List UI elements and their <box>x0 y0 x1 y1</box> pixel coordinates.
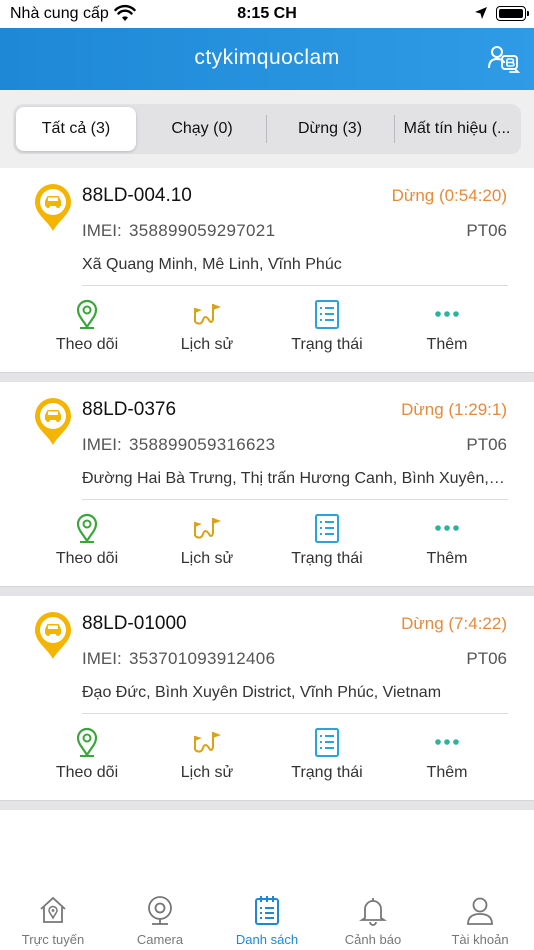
filter-tabs: Tất cả (3) Chạy (0) Dừng (3) Mất tín hiệ… <box>13 104 521 154</box>
nav-online-label: Trực tuyến <box>21 932 85 947</box>
more-dots-icon <box>431 512 463 544</box>
vehicle-card[interactable]: 88LD-0376 Dừng (1:29:1) IMEI: 3588990593… <box>0 382 534 586</box>
imei-label: IMEI: <box>82 649 122 668</box>
card-separator <box>0 800 534 810</box>
device-model: PT06 <box>466 221 507 240</box>
device-model: PT06 <box>466 649 507 668</box>
app-header: ctykimquoclam <box>0 28 534 90</box>
status-label: Trạng thái <box>291 336 363 353</box>
imei-label: IMEI: <box>82 435 122 454</box>
nav-list-label: Danh sách <box>235 932 299 947</box>
tab-separator <box>266 115 267 143</box>
nav-list[interactable]: Danh sách <box>214 880 320 950</box>
tab-running[interactable]: Chạy (0) <box>140 107 264 151</box>
more-dots-icon <box>431 726 463 758</box>
history-button[interactable]: Lịch sử <box>147 292 267 362</box>
page-title: ctykimquoclam <box>194 46 340 69</box>
imei-value: 353701093912406 <box>129 649 276 668</box>
vehicle-status: Dừng (0:54:20) <box>391 186 507 205</box>
checklist-icon <box>311 512 343 544</box>
location-arrow-icon <box>474 6 488 25</box>
switch-account-icon[interactable] <box>486 42 522 76</box>
status-label: Trạng thái <box>291 764 363 781</box>
route-flags-icon <box>191 512 223 544</box>
more-label: Thêm <box>426 550 468 567</box>
nav-online[interactable]: Trực tuyến <box>0 880 106 950</box>
status-button[interactable]: Trạng thái <box>267 506 387 576</box>
imei-label: IMEI: <box>82 221 122 240</box>
status-button[interactable]: Trạng thái <box>267 292 387 362</box>
tab-separator <box>394 115 395 143</box>
history-button[interactable]: Lịch sử <box>147 720 267 790</box>
imei-value: 358899059316623 <box>129 435 276 454</box>
vehicle-card[interactable]: 88LD-01000 Dừng (7:4:22) IMEI: 353701093… <box>0 596 534 800</box>
vehicle-address: Đường Hai Bà Trưng, Thị trấn Hương Canh,… <box>82 470 507 487</box>
track-button[interactable]: Theo dõi <box>27 506 147 576</box>
card-separator <box>0 586 534 596</box>
more-button[interactable]: Thêm <box>387 292 507 362</box>
nav-alerts[interactable]: Cảnh báo <box>320 880 426 950</box>
divider <box>82 499 508 500</box>
nav-account-label: Tài khoản <box>451 932 509 947</box>
clock-time: 8:15 CH <box>237 5 297 22</box>
tab-all[interactable]: Tất cả (3) <box>16 107 136 151</box>
battery-icon <box>496 6 529 21</box>
card-separator <box>0 372 534 382</box>
more-button[interactable]: Thêm <box>387 506 507 576</box>
vehicle-status: Dừng (1:29:1) <box>401 400 507 419</box>
list-clipboard-icon <box>251 894 283 926</box>
car-pin-icon <box>33 396 73 446</box>
tab-stopped[interactable]: Dừng (3) <box>268 107 392 151</box>
track-label: Theo dõi <box>55 550 119 567</box>
map-pin-icon <box>71 726 103 758</box>
vehicle-address: Xã Quang Minh, Mê Linh, Vĩnh Phúc <box>82 256 342 273</box>
track-label: Theo dõi <box>55 336 119 353</box>
tab-lost-signal[interactable]: Mất tín hiệu (... <box>396 107 518 151</box>
track-label: Theo dõi <box>55 764 119 781</box>
vehicle-card[interactable]: 88LD-004.10 Dừng (0:54:20) IMEI: 3588990… <box>0 168 534 372</box>
more-label: Thêm <box>426 764 468 781</box>
checklist-icon <box>311 726 343 758</box>
nav-camera[interactable]: Camera <box>107 880 213 950</box>
camera-icon <box>144 894 176 926</box>
nav-camera-label: Camera <box>136 932 184 947</box>
bottom-nav: Trực tuyến Camera Danh sách Cảnh báo Tài… <box>0 880 534 950</box>
route-flags-icon <box>191 726 223 758</box>
car-pin-icon <box>33 182 73 232</box>
track-button[interactable]: Theo dõi <box>27 292 147 362</box>
vehicle-plate: 88LD-01000 <box>82 613 187 634</box>
device-model: PT06 <box>466 435 507 454</box>
more-label: Thêm <box>426 336 468 353</box>
car-pin-icon <box>33 610 73 660</box>
track-button[interactable]: Theo dõi <box>27 720 147 790</box>
vehicle-address: Đạo Đức, Bình Xuyên District, Vĩnh Phúc,… <box>82 684 442 701</box>
bell-icon <box>357 894 389 926</box>
status-bar: Nhà cung cấp 8:15 CH <box>0 0 534 28</box>
status-button[interactable]: Trạng thái <box>267 720 387 790</box>
history-label: Lịch sử <box>180 550 234 567</box>
status-label: Trạng thái <box>291 550 363 567</box>
checklist-icon <box>311 298 343 330</box>
vehicle-status: Dừng (7:4:22) <box>401 614 507 633</box>
history-button[interactable]: Lịch sử <box>147 506 267 576</box>
more-dots-icon <box>431 298 463 330</box>
divider <box>82 713 508 714</box>
nav-account[interactable]: Tài khoản <box>427 880 533 950</box>
history-label: Lịch sử <box>180 764 234 781</box>
map-pin-icon <box>71 298 103 330</box>
user-icon <box>464 894 496 926</box>
route-flags-icon <box>191 298 223 330</box>
history-label: Lịch sử <box>180 336 234 353</box>
home-location-icon <box>37 894 69 926</box>
divider <box>82 285 508 286</box>
imei-value: 358899059297021 <box>129 221 276 240</box>
more-button[interactable]: Thêm <box>387 720 507 790</box>
vehicle-plate: 88LD-0376 <box>82 399 177 420</box>
vehicle-plate: 88LD-004.10 <box>82 185 192 206</box>
filter-tabs-area: Tất cả (3) Chạy (0) Dừng (3) Mất tín hiệ… <box>0 90 534 168</box>
map-pin-icon <box>71 512 103 544</box>
nav-alerts-label: Cảnh báo <box>344 932 402 947</box>
